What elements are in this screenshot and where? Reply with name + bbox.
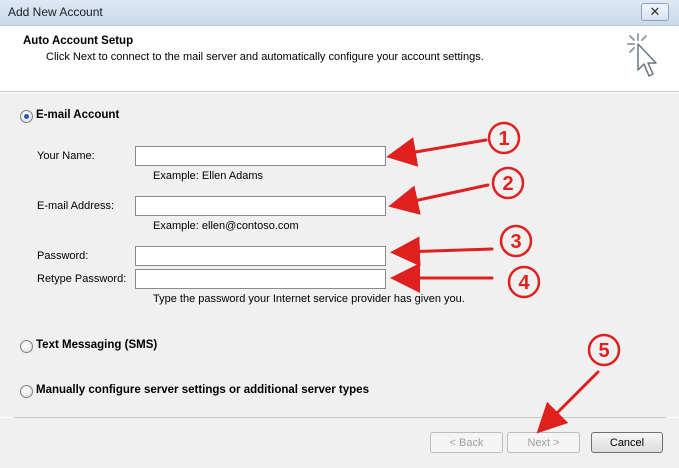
your-name-field[interactable] — [135, 146, 386, 166]
close-icon: ✕ — [649, 4, 661, 19]
retype-password-label: Retype Password: — [37, 273, 127, 285]
email-address-label: E-mail Address: — [37, 200, 115, 212]
manual-config-radio[interactable] — [20, 385, 33, 398]
next-button[interactable]: Next > — [507, 432, 580, 453]
your-name-label: Your Name: — [37, 150, 95, 162]
password-field[interactable] — [135, 246, 386, 266]
close-button[interactable]: ✕ — [641, 3, 669, 21]
email-account-radio[interactable] — [20, 110, 33, 123]
password-label: Password: — [37, 250, 89, 262]
retype-password-field[interactable] — [135, 269, 386, 289]
page-title: Auto Account Setup — [23, 35, 134, 47]
email-address-hint: Example: ellen@contoso.com — [153, 220, 299, 232]
email-address-field[interactable] — [135, 196, 386, 216]
text-messaging-radio[interactable] — [20, 340, 33, 353]
window-title: Add New Account — [8, 5, 103, 19]
cancel-button[interactable]: Cancel — [591, 432, 663, 453]
title-bar: Add New Account ✕ — [0, 0, 679, 26]
email-account-label[interactable]: E-mail Account — [36, 109, 119, 121]
text-messaging-label[interactable]: Text Messaging (SMS) — [36, 339, 157, 351]
wizard-cursor-icon — [627, 33, 657, 77]
page-subtitle: Click Next to connect to the mail server… — [46, 51, 484, 63]
password-hint: Type the password your Internet service … — [153, 293, 465, 305]
your-name-hint: Example: Ellen Adams — [153, 170, 264, 182]
back-button[interactable]: < Back — [430, 432, 503, 453]
manual-config-label[interactable]: Manually configure server settings or ad… — [36, 384, 369, 396]
wizard-header: Auto Account Setup Click Next to connect… — [0, 26, 679, 92]
